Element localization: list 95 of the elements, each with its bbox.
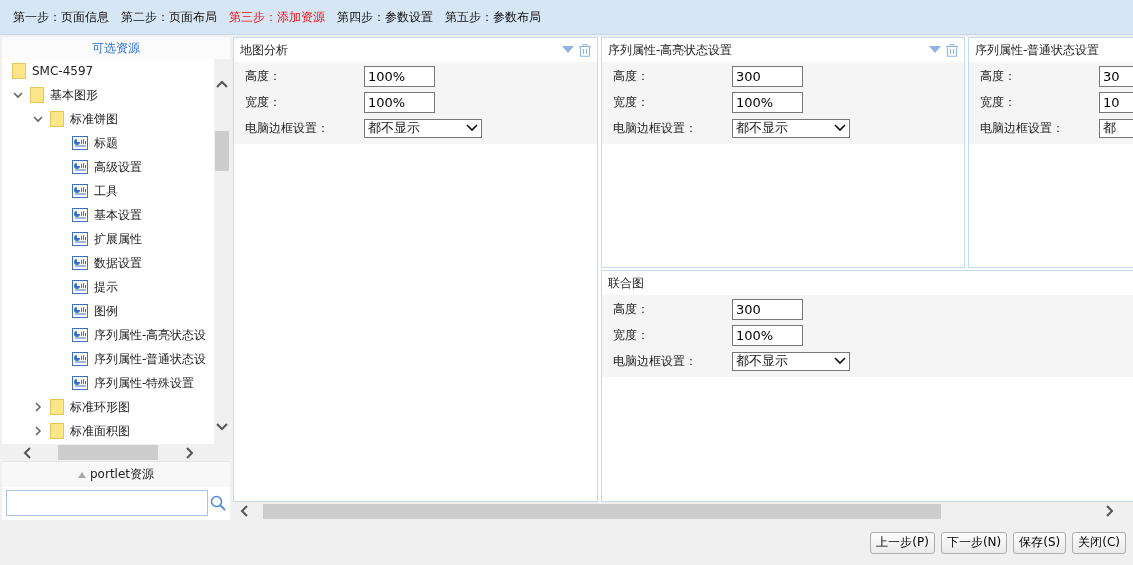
input-field[interactable]: 100% bbox=[364, 65, 435, 87]
field-label: 宽度： bbox=[612, 93, 650, 111]
action-button[interactable]: 下一步(N) bbox=[940, 531, 1008, 554]
field-label: 电脑边框设置： bbox=[979, 119, 1065, 137]
panel-title: 序列属性-普通状态设置 bbox=[975, 41, 1100, 59]
tree-item[interactable]: 扩展属性 bbox=[94, 230, 142, 248]
trash-icon[interactable] bbox=[946, 43, 958, 57]
tree-item[interactable]: 工具 bbox=[94, 182, 118, 200]
field-label: 高度： bbox=[612, 300, 650, 318]
search-field[interactable] bbox=[6, 490, 208, 516]
tree-item[interactable]: 图例 bbox=[94, 302, 118, 320]
chevron-down-icon[interactable] bbox=[32, 113, 44, 125]
chart-icon bbox=[72, 376, 88, 390]
tree-item[interactable]: 基本设置 bbox=[94, 206, 142, 224]
tree-item[interactable]: 数据设置 bbox=[94, 254, 142, 272]
dropdown[interactable]: 都不显示 bbox=[364, 118, 482, 138]
chevron-right-icon[interactable] bbox=[32, 401, 44, 413]
tree-item[interactable]: 基本图形 bbox=[50, 86, 98, 104]
input-field[interactable]: 10 bbox=[1099, 91, 1133, 113]
triangle-up-icon bbox=[78, 471, 86, 478]
chart-icon bbox=[72, 352, 88, 366]
field-label: 宽度： bbox=[612, 326, 650, 344]
input-field[interactable]: 300 bbox=[732, 65, 803, 87]
field-label: 高度： bbox=[979, 67, 1017, 85]
chevron-up-icon[interactable] bbox=[216, 79, 228, 89]
chevron-right-icon[interactable] bbox=[185, 446, 195, 459]
scrollbar-thumb[interactable] bbox=[215, 131, 229, 171]
field-label: 电脑边框设置： bbox=[612, 352, 698, 370]
chart-icon bbox=[72, 328, 88, 342]
tree-item[interactable]: 序列属性-高亮状态设 bbox=[94, 326, 207, 344]
chevron-down-icon[interactable] bbox=[216, 422, 228, 432]
field-label: 高度： bbox=[244, 67, 282, 85]
action-button[interactable]: 关闭(C) bbox=[1072, 531, 1126, 554]
chevron-down-icon bbox=[466, 124, 478, 132]
horizontal-scrollbar[interactable] bbox=[2, 444, 230, 461]
chevron-down-icon[interactable] bbox=[12, 89, 24, 101]
chart-icon bbox=[72, 208, 88, 222]
input-field[interactable]: 300 bbox=[732, 298, 803, 320]
chevron-left-icon[interactable] bbox=[22, 446, 32, 459]
chart-icon bbox=[72, 280, 88, 294]
chevron-right-icon[interactable] bbox=[32, 425, 44, 437]
trash-icon[interactable] bbox=[579, 43, 591, 57]
input-field[interactable]: 100% bbox=[732, 91, 803, 113]
field-label: 电脑边框设置： bbox=[244, 119, 330, 137]
vertical-scrollbar[interactable] bbox=[214, 59, 230, 444]
input-field[interactable]: 30 bbox=[1099, 65, 1133, 87]
panel-title: 序列属性-高亮状态设置 bbox=[608, 41, 733, 59]
step-item[interactable]: 第一步：页面信息 bbox=[13, 8, 109, 26]
scrollbar-thumb[interactable] bbox=[263, 503, 941, 519]
field-label: 宽度： bbox=[979, 93, 1017, 111]
dropdown[interactable]: 都不显示 bbox=[732, 351, 850, 371]
field-label: 宽度： bbox=[244, 93, 282, 111]
field-label: 电脑边框设置： bbox=[612, 119, 698, 137]
chart-icon bbox=[72, 136, 88, 150]
step-item[interactable]: 第四步：参数设置 bbox=[337, 8, 433, 26]
tree-item[interactable]: 标准环形图 bbox=[70, 398, 130, 416]
dropdown[interactable]: 都 bbox=[1099, 118, 1133, 138]
dropdown[interactable]: 都不显示 bbox=[732, 118, 850, 138]
tree-item[interactable]: 标准面积图 bbox=[70, 422, 130, 440]
chart-icon bbox=[72, 304, 88, 318]
tree-item[interactable]: 序列属性-特殊设置 bbox=[94, 374, 195, 392]
chevron-left-icon[interactable] bbox=[239, 505, 249, 517]
chart-icon bbox=[72, 184, 88, 198]
search-icon[interactable] bbox=[210, 495, 226, 511]
folder-icon bbox=[30, 87, 44, 103]
folder-icon bbox=[12, 63, 26, 79]
tree-item[interactable]: 提示 bbox=[94, 278, 118, 296]
folder-icon bbox=[50, 423, 64, 439]
folder-icon bbox=[50, 111, 64, 127]
tree-item[interactable]: 标准饼图 bbox=[70, 110, 118, 128]
panel-title: 联合图 bbox=[608, 274, 644, 292]
chart-icon bbox=[72, 232, 88, 246]
input-field[interactable]: 100% bbox=[732, 324, 803, 346]
chart-icon bbox=[72, 160, 88, 174]
panel-title: 可选资源 bbox=[92, 39, 140, 57]
chart-icon bbox=[72, 256, 88, 270]
action-button[interactable]: 保存(S) bbox=[1013, 531, 1067, 554]
collapse-icon[interactable] bbox=[562, 46, 574, 54]
portlet-section-header[interactable]: portlet资源 bbox=[2, 461, 230, 487]
chevron-down-icon bbox=[834, 357, 846, 365]
collapse-icon[interactable] bbox=[929, 46, 941, 54]
step-item[interactable]: 第五步：参数布局 bbox=[445, 8, 541, 26]
field-label: 高度： bbox=[612, 67, 650, 85]
tree-item[interactable]: SMC-4597 bbox=[32, 64, 94, 78]
action-button[interactable]: 上一步(P) bbox=[870, 531, 935, 554]
step-item[interactable]: 第二步：页面布局 bbox=[121, 8, 217, 26]
tree-item[interactable]: 序列属性-普通状态设 bbox=[94, 350, 207, 368]
tree-item[interactable]: 标题 bbox=[94, 134, 118, 152]
tree-item[interactable]: 高级设置 bbox=[94, 158, 142, 176]
input-field[interactable]: 100% bbox=[364, 91, 435, 113]
chevron-down-icon bbox=[834, 124, 846, 132]
panel-title: 地图分析 bbox=[240, 41, 288, 59]
scrollbar-thumb[interactable] bbox=[58, 445, 158, 460]
folder-icon bbox=[50, 399, 64, 415]
chevron-right-icon[interactable] bbox=[1105, 505, 1115, 517]
